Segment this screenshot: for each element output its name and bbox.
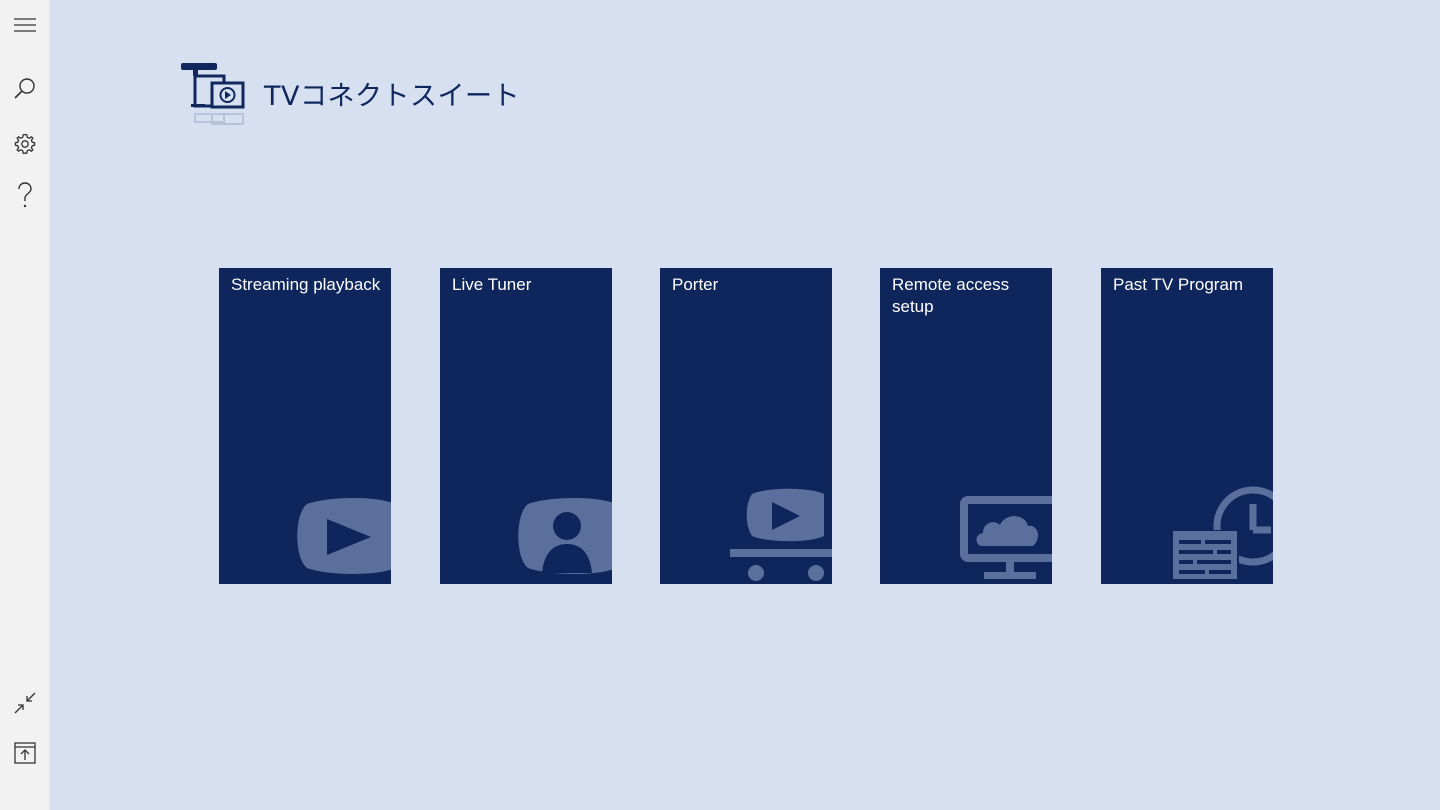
tile-live-tuner[interactable]: Live Tuner <box>440 268 612 584</box>
person-screen-icon <box>518 498 612 574</box>
sidebar <box>0 0 50 810</box>
compact-overlay-icon[interactable] <box>5 683 45 723</box>
app-title: TVコネクトスイート <box>264 81 520 112</box>
schedule-clock-icon <box>1169 486 1273 584</box>
main-area: TVコネクトスイート Streaming playback Live Tuner… <box>51 0 1440 810</box>
video-cart-icon <box>730 488 832 581</box>
tile-remote-access-setup[interactable]: Remote access setup <box>880 268 1052 584</box>
hamburger-menu-icon[interactable] <box>5 5 45 45</box>
tile-past-tv-program[interactable]: Past TV Program <box>1101 268 1273 584</box>
play-button-icon <box>297 498 391 574</box>
help-question-icon[interactable] <box>5 175 45 215</box>
search-icon[interactable] <box>5 68 45 108</box>
gear-icon[interactable] <box>5 124 45 164</box>
tile-streaming-playback[interactable]: Streaming playback <box>219 268 391 584</box>
tile-porter[interactable]: Porter <box>660 268 832 584</box>
upload-icon[interactable] <box>5 733 45 773</box>
cloud-monitor-icon <box>960 496 1052 579</box>
tv-connect-logo-icon <box>181 63 245 125</box>
